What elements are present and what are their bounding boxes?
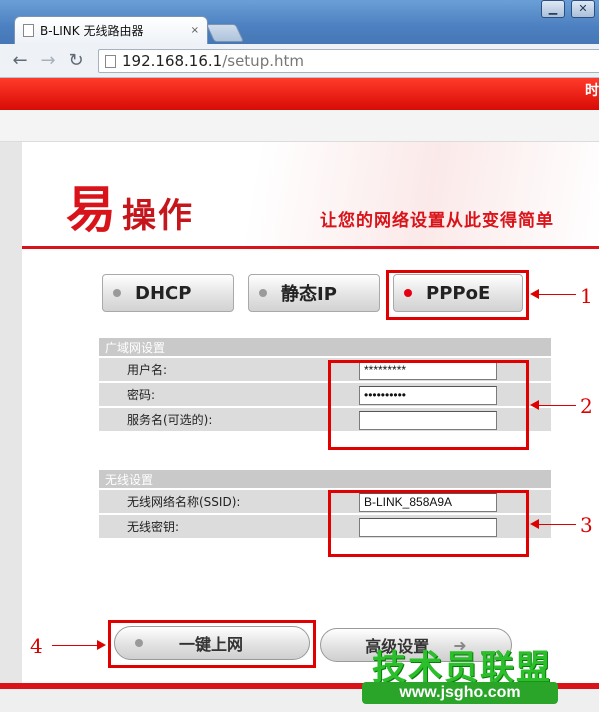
annotation-arrow-1	[530, 289, 576, 299]
new-tab-button[interactable]	[205, 24, 245, 42]
slogan: 让您的网络设置从此变得简单	[320, 211, 554, 231]
inactive-dot-icon	[113, 289, 121, 297]
wireless-key-label: 无线密钥:	[127, 520, 180, 534]
browser-toolbar: ← → ↻ 192.168.16.1/setup.htm	[0, 44, 599, 78]
inactive-dot-icon	[259, 289, 267, 297]
annotation-box-3	[328, 490, 529, 557]
wan-section-title: 广域网设置	[99, 338, 551, 358]
page-header: 易 操作 让您的网络设置从此变得简单	[22, 142, 599, 250]
url-text: 192.168.16.1/setup.htm	[122, 52, 304, 70]
browser-tab[interactable]: B-LINK 无线路由器 ×	[14, 16, 208, 44]
left-margin	[0, 142, 22, 712]
annotation-arrow-2	[530, 400, 576, 410]
page-icon	[23, 24, 34, 37]
service-name-label: 服务名(可选的):	[127, 413, 213, 427]
address-bar[interactable]: 192.168.16.1/setup.htm	[98, 49, 599, 73]
router-top-banner: 时	[0, 78, 599, 110]
mode-label: DHCP	[135, 282, 192, 304]
annotation-number-2: 2	[580, 394, 593, 418]
tab-title: B-LINK 无线路由器	[40, 24, 144, 38]
reload-icon[interactable]: ↻	[62, 50, 90, 71]
wireless-section-title: 无线设置	[99, 470, 551, 490]
annotation-arrow-4	[52, 640, 106, 650]
password-label: 密码:	[127, 388, 156, 402]
close-tab-icon[interactable]: ×	[191, 25, 199, 36]
mode-static-ip-button[interactable]: 静态IP	[248, 274, 380, 312]
username-label: 用户名:	[127, 363, 168, 377]
annotation-box-4	[108, 620, 316, 668]
logo-text: 操作	[122, 196, 194, 236]
mode-dhcp-button[interactable]: DHCP	[102, 274, 234, 312]
header-divider	[22, 246, 599, 249]
browser-titlebar: ▁ ✕ B-LINK 无线路由器 ×	[0, 0, 599, 44]
back-arrow-icon[interactable]: ←	[6, 50, 34, 71]
minimize-button[interactable]: ▁	[541, 0, 565, 18]
annotation-box-2	[328, 360, 529, 450]
forward-arrow-icon[interactable]: →	[34, 50, 62, 71]
mode-label: 静态IP	[281, 284, 337, 305]
close-window-button[interactable]: ✕	[571, 0, 595, 18]
annotation-number-4: 4	[30, 634, 43, 658]
annotation-box-1	[386, 270, 529, 320]
page-icon	[105, 54, 116, 68]
annotation-number-3: 3	[580, 513, 593, 537]
annotation-arrow-3	[530, 519, 576, 529]
ssid-label: 无线网络名称(SSID):	[127, 495, 241, 509]
logo-char: 易	[66, 180, 116, 239]
top-band	[0, 110, 599, 142]
annotation-number-1: 1	[580, 284, 593, 308]
watermark-url: www.jsgho.com	[362, 682, 558, 704]
banner-edge-text: 时	[585, 83, 599, 99]
